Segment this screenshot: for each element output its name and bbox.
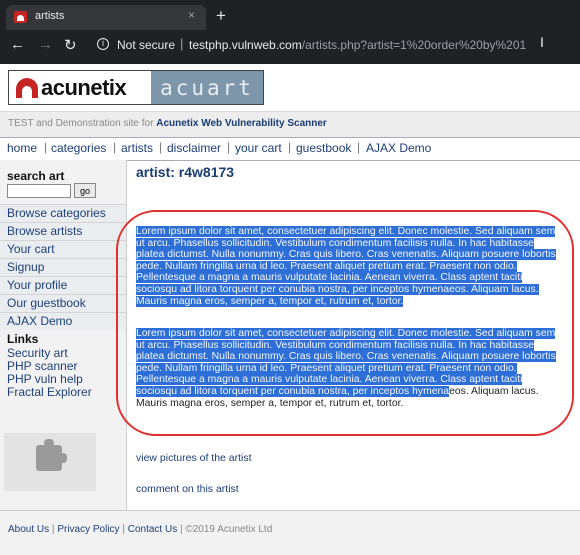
highlight-annotation xyxy=(116,210,574,436)
acunetix-favicon-icon xyxy=(14,11,27,23)
top-navigation: home | categories | artists | disclaimer… xyxy=(0,137,580,161)
puzzle-piece-icon xyxy=(36,439,67,471)
link-fractal-explorer[interactable]: Fractal Explorer xyxy=(7,386,92,399)
nav-your-cart[interactable]: your cart xyxy=(235,141,282,155)
view-pictures-link[interactable]: view pictures of the artist xyxy=(136,452,252,464)
not-secure-label[interactable]: Not secure xyxy=(117,38,175,52)
footer-privacy-policy[interactable]: Privacy Policy xyxy=(57,524,119,535)
sidebar-item-signup[interactable]: Signup xyxy=(0,258,126,276)
comment-link[interactable]: comment on this artist xyxy=(136,483,239,495)
info-icon[interactable]: i xyxy=(97,38,109,50)
nav-separator: | xyxy=(227,140,231,154)
footer-copyright: ©2019 Acunetix Ltd xyxy=(185,524,273,535)
plugin-placeholder xyxy=(4,433,96,491)
tab-title: artists xyxy=(35,10,65,22)
reload-icon[interactable]: ↻ xyxy=(64,36,77,54)
sidebar-menu: Browse categories Browse artists Your ca… xyxy=(0,204,126,330)
sidebar-item-ajax-demo[interactable]: AJAX Demo xyxy=(0,312,126,330)
footer-contact-us[interactable]: Contact Us xyxy=(128,524,177,535)
site-footer: About Us | Privacy Policy | Contact Us |… xyxy=(0,510,580,555)
sidebar-item-browse-artists[interactable]: Browse artists xyxy=(0,222,126,240)
acunetix-logo: acunetix xyxy=(9,71,151,104)
nav-artists[interactable]: artists xyxy=(121,141,153,155)
new-tab-icon[interactable]: + xyxy=(216,6,226,26)
left-sidebar: search art go Browse categories Browse a… xyxy=(0,160,127,510)
nav-ajax-demo[interactable]: AJAX Demo xyxy=(366,141,431,155)
sidebar-item-guestbook[interactable]: Our guestbook xyxy=(0,294,126,312)
nav-categories[interactable]: categories xyxy=(51,141,106,155)
acuart-logo-text: acuart xyxy=(160,75,254,100)
search-input[interactable] xyxy=(7,184,71,198)
site-subheader: TEST and Demonstration site for Acunetix… xyxy=(0,111,580,138)
acuart-logo: acuart xyxy=(151,71,263,104)
forward-icon[interactable]: → xyxy=(38,36,53,53)
back-icon[interactable]: ← xyxy=(10,36,25,53)
url-separator: | xyxy=(180,36,184,51)
close-tab-icon[interactable]: × xyxy=(188,8,195,22)
footer-about-us[interactable]: About Us xyxy=(8,524,49,535)
url-host: testphp.vulnweb.com xyxy=(189,38,302,52)
nav-disclaimer[interactable]: disclaimer xyxy=(167,141,221,155)
search-heading: search art xyxy=(7,169,65,183)
links-list: Security art PHP scanner PHP vuln help F… xyxy=(7,347,92,399)
acunetix-logo-text: acunetix xyxy=(41,74,127,100)
browser-chrome: artists × + ← → ↻ i Not secure | testphp… xyxy=(0,0,580,64)
links-heading: Links xyxy=(7,332,39,346)
footer-separator: | xyxy=(122,524,125,535)
url-path: /artists.php?artist=1%20order%20by%201 xyxy=(301,38,527,52)
nav-separator: | xyxy=(357,140,361,154)
subheader-text: TEST and Demonstration site for Acunetix… xyxy=(8,118,327,129)
sidebar-item-browse-categories[interactable]: Browse categories xyxy=(0,204,126,222)
nav-guestbook[interactable]: guestbook xyxy=(296,141,351,155)
subheader-prefix: TEST and Demonstration site for xyxy=(8,118,157,129)
scanner-link[interactable]: Acunetix Web Vulnerability Scanner xyxy=(156,118,327,129)
nav-separator: | xyxy=(159,140,163,154)
browser-tab[interactable]: artists × xyxy=(6,5,206,30)
footer-separator: | xyxy=(51,524,55,535)
nav-home[interactable]: home xyxy=(7,141,37,155)
text-cursor-icon: I xyxy=(540,34,544,50)
page-title: artist: r4w8173 xyxy=(136,164,235,180)
nav-separator: | xyxy=(44,140,48,154)
address-bar[interactable]: testphp.vulnweb.com/artists.php?artist=1… xyxy=(189,38,526,52)
go-button[interactable]: go xyxy=(74,183,96,198)
nav-separator: | xyxy=(288,140,292,154)
footer-separator: | xyxy=(179,524,183,535)
site-logo[interactable]: acunetix acuart xyxy=(8,70,264,105)
acunetix-mark-icon xyxy=(16,77,38,98)
footer-links: About Us | Privacy Policy | Contact Us |… xyxy=(8,524,272,535)
sidebar-item-your-cart[interactable]: Your cart xyxy=(0,240,126,258)
nav-separator: | xyxy=(113,140,117,154)
sidebar-item-your-profile[interactable]: Your profile xyxy=(0,276,126,294)
